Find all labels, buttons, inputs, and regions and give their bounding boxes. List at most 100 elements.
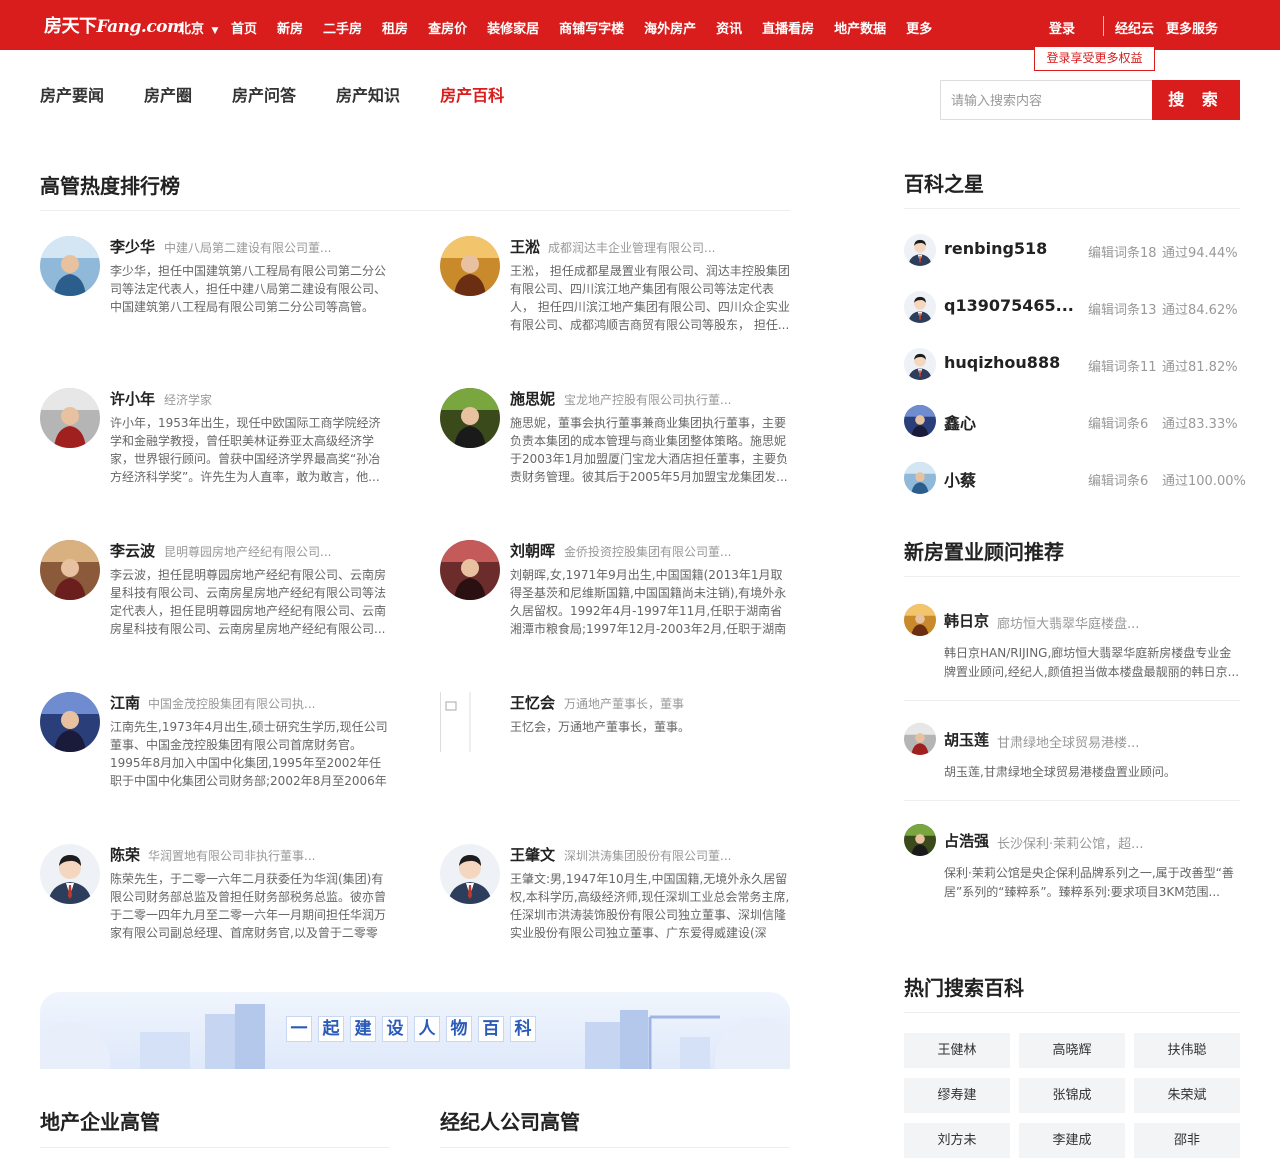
nav-item-price[interactable]: 查房价 xyxy=(428,18,467,37)
executive-card[interactable]: 江南 中国金茂控股集团有限公司执... 江南先生,1973年4月出生,硕士研究生学历… xyxy=(40,692,390,812)
banner-char: 百 xyxy=(478,1016,504,1042)
advisor-card[interactable]: 韩日京 廊坊恒大翡翠华庭楼盘... 韩日京HAN/RIJING,廊坊恒大翡翠华庭新房… xyxy=(904,604,1240,701)
executive-name[interactable]: 许小年 xyxy=(110,388,155,409)
nav-item-rent[interactable]: 租房 xyxy=(382,18,408,37)
city-selector[interactable]: 北京 ▼ xyxy=(178,18,218,37)
default-user-avatar-icon[interactable] xyxy=(904,291,936,323)
executive-card[interactable]: 王忆会 万通地产董事长，董事 王忆会，万通地产董事长，董事。 xyxy=(440,692,790,812)
avatar[interactable] xyxy=(440,388,500,448)
executive-name[interactable]: 李云波 xyxy=(110,540,155,561)
advisor-card[interactable]: 胡玉莲 甘肃绿地全球贸易港楼... 胡玉莲,甘肃绿地全球贸易港楼盘置业顾问。 xyxy=(904,723,1240,813)
login-link[interactable]: 登录 xyxy=(1049,18,1075,37)
avatar[interactable] xyxy=(904,405,936,437)
executive-org: 华润置地有限公司非执行董事... xyxy=(148,849,316,863)
default-user-avatar-icon[interactable] xyxy=(904,348,936,380)
nav-item-data[interactable]: 地产数据 xyxy=(834,18,886,37)
tab-property-qa[interactable]: 房产问答 xyxy=(232,82,296,106)
hot-search-tag[interactable]: 刘方未 xyxy=(904,1123,1010,1158)
executive-name[interactable]: 王忆会 xyxy=(510,692,555,713)
advisor-name[interactable]: 胡玉莲 xyxy=(944,729,989,750)
executive-description: 李少华，担任中国建筑第八工程局有限公司第二分公司等法定代表人，担任中建八局第二建… xyxy=(110,264,387,314)
avatar[interactable] xyxy=(40,692,100,752)
broker-cloud-link[interactable]: 经纪云 xyxy=(1115,18,1154,37)
avatar[interactable] xyxy=(904,824,936,856)
nav-item-decor[interactable]: 装修家居 xyxy=(487,18,539,37)
pass-rate: 通过84.62% xyxy=(1162,303,1238,318)
hot-search-tag[interactable]: 扶伟聪 xyxy=(1134,1033,1240,1068)
hot-search-tag[interactable]: 高晓辉 xyxy=(1019,1033,1125,1068)
executive-card[interactable]: 李云波 昆明尊园房地产经纪有限公司... 李云波，担任昆明尊园房地产经纪有限公司、云… xyxy=(40,540,390,660)
banner-build-wiki[interactable]: 一 起 建 设 人 物 百 科 xyxy=(40,992,790,1069)
hot-search-tag[interactable]: 李建成 xyxy=(1019,1123,1125,1158)
wiki-star-item[interactable]: 鑫心 编辑词条6 通过83.33% xyxy=(904,405,1249,437)
hot-search-tag[interactable]: 张锦成 xyxy=(1019,1078,1125,1113)
executive-card[interactable]: 陈荣 华润置地有限公司非执行董事... 陈荣先生，于二零一六年二月获委任为华润(集团… xyxy=(40,844,390,964)
nav-item-commercial[interactable]: 商铺写字楼 xyxy=(559,18,624,37)
executive-card[interactable]: 刘朝晖 金侨投资控股集团有限公司董... 刘朝晖,女,1971年9月出生,中国国籍(… xyxy=(440,540,790,660)
banner-char: 物 xyxy=(446,1016,472,1042)
wiki-star-item[interactable]: 小蔡 编辑词条6 通过100.00% xyxy=(904,462,1249,494)
broken-image-icon[interactable] xyxy=(440,692,500,752)
executive-name[interactable]: 王肇文 xyxy=(510,844,555,865)
hot-search-tag[interactable]: 王健林 xyxy=(904,1033,1010,1068)
executive-name[interactable]: 李少华 xyxy=(110,236,155,257)
hot-search-tag[interactable]: 朱荣斌 xyxy=(1134,1078,1240,1113)
advisor-name[interactable]: 韩日京 xyxy=(944,610,989,631)
hot-search-tag[interactable]: 缪寿建 xyxy=(904,1078,1010,1113)
wiki-star-item[interactable]: renbing518 编辑词条18 通过94.44% xyxy=(904,234,1249,266)
search-button[interactable]: 搜 索 xyxy=(1152,80,1240,120)
tab-property-circle[interactable]: 房产圈 xyxy=(144,82,192,106)
wiki-star-name[interactable]: renbing518 xyxy=(944,239,1047,258)
executive-card[interactable]: 李少华 中建八局第二建设有限公司董... 李少华，担任中国建筑第八工程局有限公司第二… xyxy=(40,236,390,356)
executive-name[interactable]: 江南 xyxy=(110,692,140,713)
executive-name[interactable]: 陈荣 xyxy=(110,844,140,865)
divider xyxy=(904,1012,1240,1013)
nav-item-more[interactable]: 更多 xyxy=(906,18,932,37)
avatar[interactable] xyxy=(904,604,936,636)
wiki-star-item[interactable]: q139075465... 编辑词条13 通过84.62% xyxy=(904,291,1249,323)
section-title-advisors: 新房置业顾问推荐 xyxy=(904,540,1064,564)
avatar[interactable] xyxy=(40,236,100,296)
tab-property-news[interactable]: 房产要闻 xyxy=(40,82,104,106)
default-user-avatar-icon[interactable] xyxy=(40,844,100,904)
login-tooltip[interactable]: 登录享受更多权益 xyxy=(1034,46,1155,71)
wiki-star-name[interactable]: huqizhou888 xyxy=(944,353,1060,372)
executive-name[interactable]: 王淞 xyxy=(510,236,540,257)
top-right-links: 经纪云 更多服务 xyxy=(1115,18,1218,37)
avatar[interactable] xyxy=(440,540,500,600)
search-input[interactable] xyxy=(940,80,1152,120)
nav-item-new-house[interactable]: 新房 xyxy=(277,18,303,37)
avatar[interactable] xyxy=(40,540,100,600)
executive-card[interactable]: 王淞 成都润达丰企业管理有限公司... 王淞， 担任成都星晟置业有限公司、润达丰控股… xyxy=(440,236,790,356)
banner-char: 科 xyxy=(510,1016,536,1042)
avatar[interactable] xyxy=(40,388,100,448)
avatar[interactable] xyxy=(904,462,936,494)
default-user-avatar-icon[interactable] xyxy=(904,234,936,266)
executive-name[interactable]: 刘朝晖 xyxy=(510,540,555,561)
nav-item-live[interactable]: 直播看房 xyxy=(762,18,814,37)
wiki-star-name[interactable]: q139075465... xyxy=(944,296,1074,315)
default-user-avatar-icon[interactable] xyxy=(440,844,500,904)
wiki-star-name[interactable]: 小蔡 xyxy=(944,467,976,491)
tab-property-wiki[interactable]: 房产百科 xyxy=(440,82,504,106)
wiki-star-name[interactable]: 鑫心 xyxy=(944,410,976,434)
avatar[interactable] xyxy=(440,236,500,296)
site-logo[interactable]: 房天下Fang.com xyxy=(44,12,185,38)
avatar[interactable] xyxy=(904,723,936,755)
nav-item-news[interactable]: 资讯 xyxy=(716,18,742,37)
nav-item-overseas[interactable]: 海外房产 xyxy=(644,18,696,37)
nav-item-second-hand[interactable]: 二手房 xyxy=(323,18,362,37)
executive-name[interactable]: 施思妮 xyxy=(510,388,555,409)
executive-card[interactable]: 施思妮 宝龙地产控股有限公司执行董... 施思妮，董事会执行董事兼商业集团执行董事，… xyxy=(440,388,790,508)
advisor-description: 保利·茉莉公馆是央企保利品牌系列之一,属于改善型“善居”系列的“臻粹系”。臻粹系… xyxy=(944,866,1234,899)
advisor-name[interactable]: 占浩强 xyxy=(944,830,989,851)
more-services-link[interactable]: 更多服务 xyxy=(1166,18,1218,37)
hot-search-tag[interactable]: 邵非 xyxy=(1134,1123,1240,1158)
executive-card[interactable]: 许小年 经济学家 许小年，1953年出生，现任中欧国际工商学院经济学和金融学教授，曾… xyxy=(40,388,390,508)
advisor-card[interactable]: 占浩强 长沙保利·茉莉公馆，超... 保利·茉莉公馆是央企保利品牌系列之一,属于改善… xyxy=(904,824,1240,914)
tab-property-knowledge[interactable]: 房产知识 xyxy=(336,82,400,106)
wiki-star-item[interactable]: huqizhou888 编辑词条11 通过81.82% xyxy=(904,348,1249,380)
top-navigation-bar: 房天下Fang.com 北京 ▼ 首页 新房 二手房 租房 查房价 装修家居 商… xyxy=(0,0,1280,50)
nav-item-home[interactable]: 首页 xyxy=(231,18,257,37)
executive-card[interactable]: 王肇文 深圳洪涛集团股份有限公司董... 王肇文:男,1947年10月生,中国国籍,… xyxy=(440,844,790,964)
